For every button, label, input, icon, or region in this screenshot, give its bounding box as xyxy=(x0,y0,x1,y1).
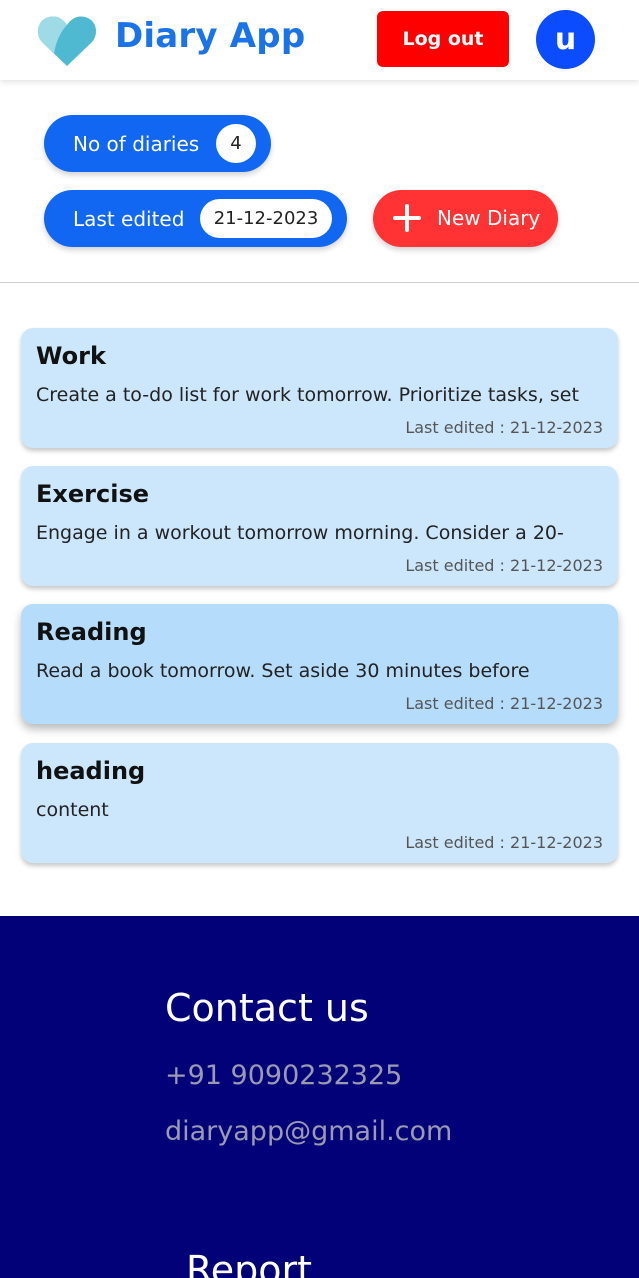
page-footer: Contact us +91 9090232325 diaryapp@gmail… xyxy=(0,916,639,1278)
plus-icon xyxy=(393,204,421,232)
heart-logo-icon xyxy=(37,16,97,66)
diary-title: Reading xyxy=(36,618,147,646)
diary-date: Last edited : 21-12-2023 xyxy=(405,418,603,437)
diary-count-badge: 4 xyxy=(216,124,256,163)
diary-content: content xyxy=(36,799,109,821)
new-diary-button[interactable]: New Diary xyxy=(373,190,558,247)
last-edited-label: Last edited xyxy=(73,206,185,231)
diary-content: Create a to-do list for work tomorrow. P… xyxy=(36,384,579,406)
diary-date: Last edited : 21-12-2023 xyxy=(405,556,603,575)
diary-title: heading xyxy=(36,757,146,785)
diary-content: Read a book tomorrow. Set aside 30 minut… xyxy=(36,660,530,682)
report-heading: Report xyxy=(186,1248,312,1278)
diary-title: Work xyxy=(36,342,106,370)
contact-phone[interactable]: +91 9090232325 xyxy=(165,1060,402,1091)
contact-heading: Contact us xyxy=(165,986,369,1030)
diary-card-exercise[interactable]: Exercise Engage in a workout tomorrow mo… xyxy=(21,466,618,586)
diary-date: Last edited : 21-12-2023 xyxy=(405,833,603,852)
diary-count-pill: No of diaries 4 xyxy=(44,115,271,172)
diary-card-heading[interactable]: heading content Last edited : 21-12-2023 xyxy=(21,743,618,863)
app-header: Diary App Log out u xyxy=(0,0,639,80)
diary-card-work[interactable]: Work Create a to-do list for work tomorr… xyxy=(21,328,618,448)
diary-card-reading[interactable]: Reading Read a book tomorrow. Set aside … xyxy=(21,604,618,724)
diary-content: Engage in a workout tomorrow morning. Co… xyxy=(36,522,564,544)
contact-email[interactable]: diaryapp@gmail.com xyxy=(165,1116,452,1147)
last-edited-pill: Last edited 21-12-2023 xyxy=(44,190,347,247)
logout-button[interactable]: Log out xyxy=(377,11,509,67)
diary-count-label: No of diaries xyxy=(73,131,200,156)
app-brand: Diary App xyxy=(115,16,306,56)
diary-title: Exercise xyxy=(36,480,150,508)
diary-date: Last edited : 21-12-2023 xyxy=(405,694,603,713)
section-divider xyxy=(0,282,639,283)
new-diary-label: New Diary xyxy=(437,206,541,230)
user-avatar[interactable]: u xyxy=(536,10,595,69)
last-edited-badge: 21-12-2023 xyxy=(200,199,332,238)
